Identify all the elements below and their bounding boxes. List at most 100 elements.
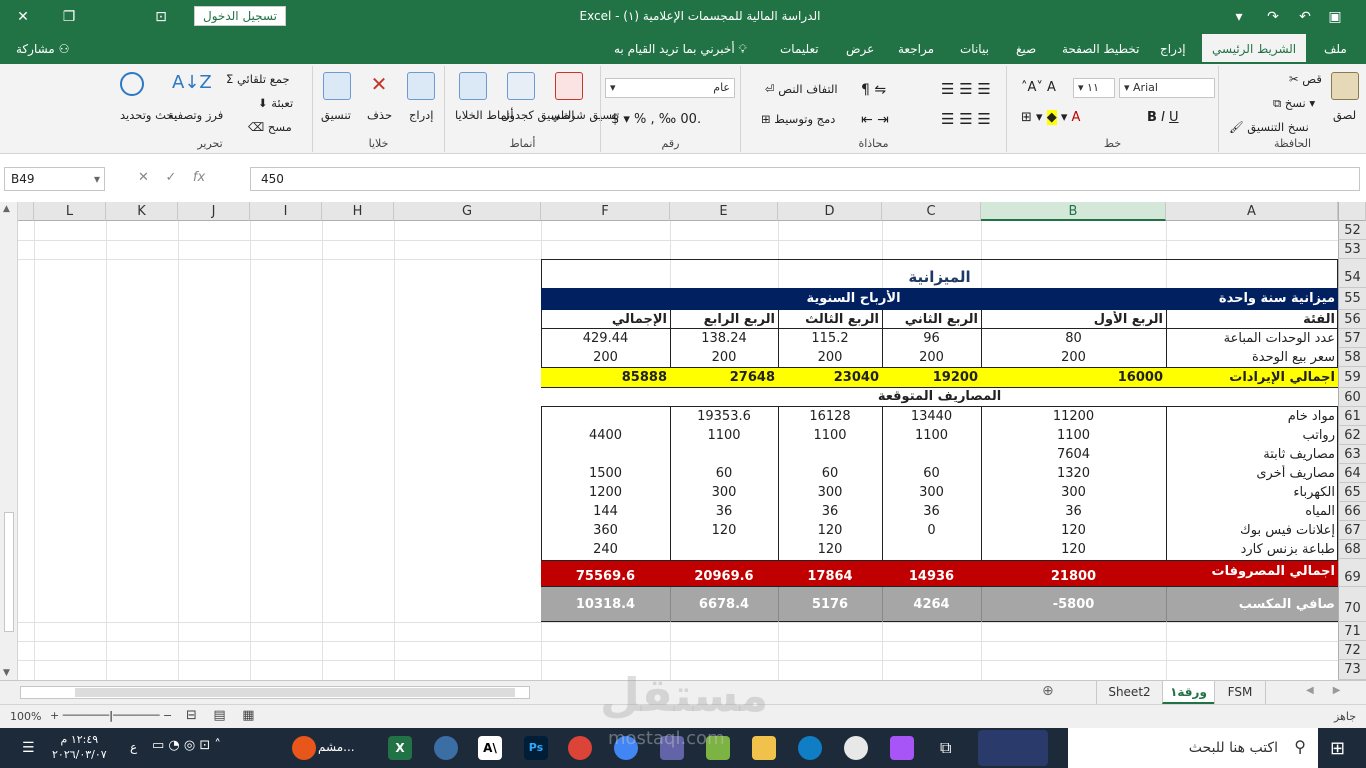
cell-value[interactable]: 200	[778, 349, 882, 367]
find-icon[interactable]	[120, 72, 144, 96]
q4-header[interactable]: الربع الرابع	[670, 311, 778, 329]
row-label[interactable]: مصاريف ثابتة	[1166, 446, 1338, 464]
cell-value[interactable]: 60	[778, 465, 882, 483]
cell-value[interactable]: 7604	[981, 446, 1166, 464]
copy-button[interactable]: ▾ نسخ ⧉	[1273, 96, 1315, 111]
col-header-k[interactable]: K	[106, 202, 178, 221]
cell-value[interactable]: 300	[670, 484, 778, 502]
cell-value[interactable]: 13440	[882, 408, 981, 426]
add-sheet-icon[interactable]: ⊕	[1042, 683, 1054, 699]
row-header[interactable]: 66	[1338, 502, 1366, 521]
browser-icon[interactable]	[434, 736, 458, 760]
sheet-tab-sheet2[interactable]: Sheet2	[1096, 681, 1162, 704]
font-name-select[interactable]: ▾ Arial	[1119, 78, 1215, 98]
cell-value[interactable]: 11200	[981, 408, 1166, 426]
row-header[interactable]: 69	[1338, 559, 1366, 587]
enter-icon[interactable]: ✓	[165, 170, 176, 185]
row-label[interactable]: المياه	[1166, 503, 1338, 521]
clock[interactable]: ١٢:٤٩ م ٢٠٢٦/٠٣/٠٧	[52, 732, 107, 762]
save-icon[interactable]: ▣	[1322, 4, 1348, 30]
expected-expenses-header[interactable]: المصاريف المتوقعة	[541, 388, 1338, 406]
name-box[interactable]: B49 ▾	[4, 167, 105, 191]
system-tray-icons[interactable]: ▭ ◔ ◎ ⊡ ˄	[152, 738, 221, 753]
font-size-select[interactable]: ▾ ١١	[1073, 78, 1115, 98]
clear-button[interactable]: مسح ⌫	[248, 120, 292, 134]
cell-value[interactable]: 120	[778, 541, 882, 559]
row-label[interactable]: الكهرباء	[1166, 484, 1338, 502]
cell-value[interactable]: 240	[541, 541, 670, 559]
cell-value[interactable]: 360	[541, 522, 670, 540]
cell-value[interactable]: 200	[670, 349, 778, 367]
cell-value[interactable]: 19200	[882, 369, 981, 387]
format-button[interactable]: تنسيق	[321, 108, 351, 122]
number-format-select[interactable]: ▾ عام	[605, 78, 735, 98]
row-header[interactable]: 70	[1338, 587, 1366, 622]
tab-file[interactable]: ملف	[1324, 34, 1347, 64]
scroll-thumb[interactable]	[4, 512, 14, 632]
font-color-fill[interactable]: A ▾ ◆ ▾ ⊞	[1021, 110, 1080, 125]
cell-styles-icon[interactable]	[459, 72, 487, 100]
cell-value[interactable]: 60	[670, 465, 778, 483]
col-header-e[interactable]: E	[670, 202, 778, 221]
cell-value[interactable]: 1100	[882, 427, 981, 445]
row-header[interactable]: 58	[1338, 348, 1366, 367]
cell-value[interactable]: -5800	[981, 596, 1166, 614]
q2-header[interactable]: الربع الثاني	[882, 311, 981, 329]
indent-buttons[interactable]: ⇥ ⇤	[861, 112, 889, 128]
insert-cells-icon[interactable]	[407, 72, 435, 100]
budget-title[interactable]: الميزانية	[541, 268, 1338, 286]
row-header[interactable]: 62	[1338, 426, 1366, 445]
cell-value[interactable]: 1320	[981, 465, 1166, 483]
cell-value[interactable]: 1100	[778, 427, 882, 445]
col-header-g[interactable]: G	[394, 202, 541, 221]
annual-profit-header[interactable]: الأرباح السنوية	[541, 290, 1166, 308]
direction-buttons[interactable]: ⇋ ¶	[861, 82, 886, 98]
cancel-icon[interactable]: ✕	[138, 170, 149, 185]
copilot-icon[interactable]	[890, 736, 914, 760]
restore-icon[interactable]: ❐	[56, 4, 82, 30]
cell-value[interactable]: 0	[882, 522, 981, 540]
cell-value[interactable]: 120	[778, 522, 882, 540]
scroll-down-icon[interactable]: ▼	[3, 668, 10, 678]
row-header[interactable]: 71	[1338, 622, 1366, 641]
row-header[interactable]: 60	[1338, 388, 1366, 407]
windows-start-icon[interactable]: ⊞	[1330, 738, 1345, 759]
customize-qat-icon[interactable]: ▾	[1226, 4, 1252, 30]
cut-button[interactable]: قص ✂	[1289, 72, 1322, 86]
row-header[interactable]: 57	[1338, 329, 1366, 348]
cell-value[interactable]: 27648	[670, 369, 778, 387]
cell-value[interactable]: 1500	[541, 465, 670, 483]
horizontal-align-buttons[interactable]: ☰ ☰ ☰	[941, 110, 991, 128]
tell-me-box[interactable]: أخبرني بما تريد القيام به 💡︎	[614, 34, 747, 64]
autosum-button[interactable]: جمع تلقائي Σ	[226, 72, 290, 86]
row-label[interactable]: طباعة بزنس كارد	[1166, 541, 1338, 559]
sheet-tab-active[interactable]: ورقة١	[1162, 681, 1214, 704]
cell-value[interactable]: 36	[882, 503, 981, 521]
cell-value[interactable]: 36	[981, 503, 1166, 521]
select-all-corner[interactable]	[1338, 202, 1366, 221]
col-header-c[interactable]: C	[882, 202, 981, 221]
task-view-icon[interactable]: ⧉	[940, 738, 951, 758]
col-header-f[interactable]: F	[541, 202, 670, 221]
merge-center-button[interactable]: دمج وتوسيط ⊞	[761, 112, 835, 126]
tab-review[interactable]: مراجعة	[898, 34, 934, 64]
tab-insert[interactable]: إدراج	[1160, 34, 1186, 64]
col-header-d[interactable]: D	[778, 202, 882, 221]
col-header-h[interactable]: H	[322, 202, 394, 221]
row-label[interactable]: صافي المكسب	[1166, 596, 1338, 614]
sort-filter-button[interactable]: فرز وتصفية	[168, 108, 223, 122]
cell-value[interactable]: 16128	[778, 408, 882, 426]
row-header[interactable]: 65	[1338, 483, 1366, 502]
insert-button[interactable]: إدراج	[409, 108, 434, 122]
tab-scroll-icons[interactable]: ◀ ▶	[1306, 685, 1340, 696]
formula-input[interactable]: 450	[250, 167, 1360, 191]
tab-formulas[interactable]: صيغ	[1016, 34, 1036, 64]
row-label[interactable]: رواتب	[1166, 427, 1338, 445]
paint-icon[interactable]	[844, 736, 868, 760]
bold-italic-underline[interactable]: B I U	[1147, 110, 1179, 125]
row-label[interactable]: اجمالي المصروفات	[1166, 563, 1338, 581]
cell-value[interactable]: 80	[981, 330, 1166, 348]
tab-view[interactable]: عرض	[846, 34, 874, 64]
scroll-thumb[interactable]	[75, 688, 515, 697]
sign-in-button[interactable]: تسجيل الدخول	[194, 6, 286, 26]
